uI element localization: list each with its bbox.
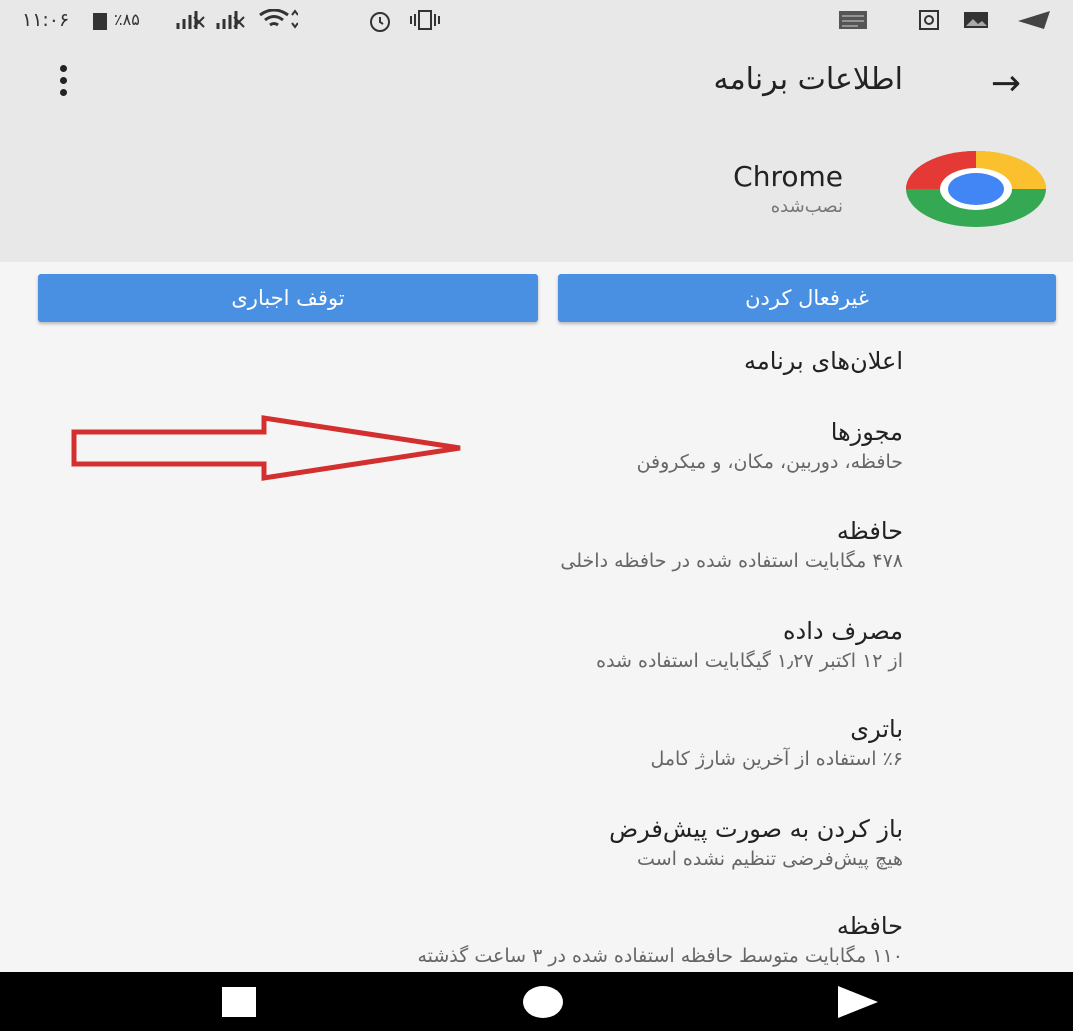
chrome-logo-icon: [905, 150, 1047, 228]
list-item-data-usage[interactable]: مصرف داده از ۱۲ اکتبر ۱٫۲۷ گیگابایت استف…: [596, 615, 903, 675]
vibrate-icon: [408, 9, 442, 35]
item-title: حافظه: [836, 912, 903, 940]
no-signal-icon: [176, 9, 206, 35]
red-arrow-icon: [70, 415, 465, 481]
list-item-permissions[interactable]: مجوزها حافظه، دوربین، مکان، و میکروفن: [637, 416, 903, 476]
disable-button[interactable]: غیرفعال کردن: [558, 274, 1056, 322]
wifi-icon: [258, 8, 299, 35]
item-subtitle: ۱۱۰ مگابایت متوسط حافظه استفاده شده در ۳…: [417, 945, 903, 967]
item-title: باتری: [850, 715, 903, 743]
navigation-bar: [0, 972, 1073, 1031]
back-arrow-icon[interactable]: →: [980, 62, 1032, 106]
item-title: حافظه: [836, 517, 903, 545]
app-status: نصب‌شده: [770, 196, 843, 217]
list-item-battery[interactable]: باتری ٪۶ استفاده از آخرین شارژ کامل: [650, 713, 903, 773]
item-title: اعلان‌های برنامه: [744, 347, 903, 375]
recents-icon[interactable]: [219, 982, 259, 1022]
item-title: باز کردن به صورت پیش‌فرض: [609, 815, 903, 843]
battery-label: ٪۸۵: [114, 10, 140, 29]
item-subtitle: از ۱۲ اکتبر ۱٫۲۷ گیگابایت استفاده شده: [596, 650, 903, 672]
list-item-memory[interactable]: حافظه ۱۱۰ مگابایت متوسط حافظه استفاده شد…: [417, 910, 903, 970]
item-subtitle: ۴۷۸ مگابایت استفاده شده در حافظه داخلی: [560, 550, 903, 572]
gallery-icon: [962, 9, 990, 35]
home-icon[interactable]: [523, 982, 563, 1022]
back-triangle-icon[interactable]: [834, 982, 878, 1022]
force-stop-button[interactable]: توقف اجباری: [38, 274, 538, 322]
image-icon: [918, 9, 940, 35]
list-item-open-by-default[interactable]: باز کردن به صورت پیش‌فرض هیچ پیش‌فرضی تن…: [609, 813, 903, 873]
item-title: مجوزها: [830, 418, 903, 446]
list-item-notifications[interactable]: اعلان‌های برنامه: [744, 345, 903, 377]
item-subtitle: ٪۶ استفاده از آخرین شارژ کامل: [650, 748, 903, 770]
item-subtitle: حافظه، دوربین، مکان، و میکروفن: [636, 451, 903, 473]
list-item-storage[interactable]: حافظه ۴۷۸ مگابایت استفاده شده در حافظه د…: [560, 515, 903, 575]
status-bar: ۱۱:۰۶ ٪۸۵: [0, 0, 1073, 42]
item-title: مصرف داده: [782, 617, 903, 645]
sim-card-icon: [92, 11, 108, 35]
alarm-icon: [368, 9, 392, 37]
app-name: Chrome: [733, 160, 843, 193]
telegram-icon: [1016, 9, 1052, 35]
more-vert-icon[interactable]: [48, 60, 78, 108]
notification-icon: [838, 9, 868, 35]
no-signal-icon: [216, 9, 246, 35]
item-subtitle: هیچ پیش‌فرضی تنظیم نشده است: [637, 848, 903, 870]
page-title: اطلاعات برنامه: [713, 62, 903, 97]
status-time: ۱۱:۰۶: [22, 9, 70, 31]
